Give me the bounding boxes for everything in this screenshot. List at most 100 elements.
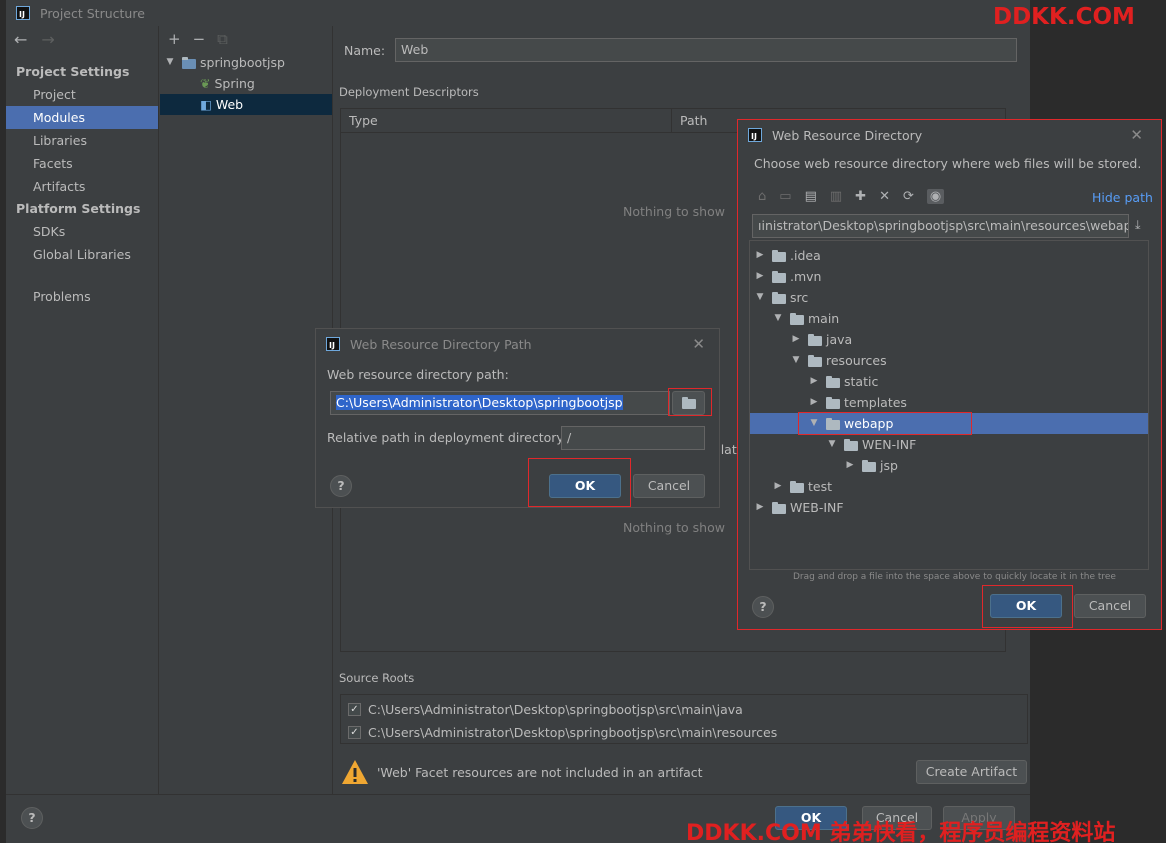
sidebar-item-problems[interactable]: Problems	[6, 285, 158, 308]
tree-item-web-inf[interactable]: ▶ WEB-INF	[750, 497, 1148, 518]
sidebar-item-sdks[interactable]: SDKs	[6, 220, 158, 243]
tree-item-label: .mvn	[790, 269, 822, 284]
show-hidden-icon[interactable]: ◉	[926, 188, 945, 204]
create-artifact-button[interactable]: Create Artifact	[916, 760, 1027, 784]
path-input[interactable]: C:\Users\Administrator\Desktop\springboo…	[330, 391, 670, 415]
highlight-webapp	[798, 412, 972, 435]
new-folder-icon[interactable]: ✚	[855, 189, 866, 204]
tree-item-label: src	[790, 290, 809, 305]
name-label: Name:	[344, 43, 386, 58]
tree-item-resources[interactable]: ▼ resources	[750, 350, 1148, 371]
expand-arrow-icon[interactable]: ▶	[754, 497, 766, 518]
browse-description: Choose web resource directory where web …	[754, 156, 1142, 171]
checkbox[interactable]: ✓	[348, 703, 361, 716]
tree-item-label: springbootjsp	[200, 55, 285, 70]
expand-arrow-icon[interactable]: ▶	[754, 245, 766, 266]
relative-path-input[interactable]: /	[561, 426, 705, 450]
tree-item-label: Web	[215, 97, 244, 112]
collapse-arrow-icon[interactable]: ▼	[754, 287, 766, 308]
tree-item-src[interactable]: ▼ src	[750, 287, 1148, 308]
folder-icon	[772, 270, 786, 283]
close-icon[interactable]: ✕	[1130, 126, 1143, 144]
tree-item-spring[interactable]: ❦ Spring	[160, 73, 332, 94]
forward-arrow-icon[interactable]: →	[41, 30, 54, 49]
tree-item-templates[interactable]: ▶ templates	[750, 392, 1148, 413]
source-roots-label: Source Roots	[339, 671, 415, 685]
empty-text-descriptors: Nothing to show	[623, 204, 725, 219]
sidebar-item-libraries[interactable]: Libraries	[6, 129, 158, 152]
highlight-browse-ok	[982, 585, 1073, 628]
refresh-icon[interactable]: ⟳	[903, 189, 914, 204]
expand-arrow-icon[interactable]: ▶	[790, 329, 802, 350]
add-icon[interactable]: +	[168, 30, 181, 48]
drag-hint: Drag and drop a file into the space abov…	[793, 572, 1116, 582]
tree-item-java[interactable]: ▶ java	[750, 329, 1148, 350]
tree-item-label: test	[808, 479, 833, 494]
column-header-path[interactable]: Path	[672, 109, 707, 132]
remove-icon[interactable]: −	[193, 30, 206, 48]
help-button[interactable]: ?	[21, 807, 43, 829]
expand-arrow-icon[interactable]: ▶	[754, 266, 766, 287]
module-folder-icon[interactable]: ▥	[830, 189, 842, 204]
tree-item-web[interactable]: ◧ Web	[160, 94, 332, 115]
name-field[interactable]: Web	[395, 38, 1017, 62]
collapse-arrow-icon[interactable]: ▼	[826, 434, 838, 455]
window-titlebar: IJ Project Structure	[6, 0, 1030, 26]
desktop-icon[interactable]: ▭	[779, 189, 791, 204]
source-root-path: C:\Users\Administrator\Desktop\springboo…	[368, 725, 778, 740]
tree-item-test[interactable]: ▶ test	[750, 476, 1148, 497]
expand-arrow-icon[interactable]: ▶	[844, 455, 856, 476]
tree-item-jsp[interactable]: ▶ jsp	[750, 455, 1148, 476]
sidebar-item-global-libraries[interactable]: Global Libraries	[6, 243, 158, 266]
hide-path-link[interactable]: Hide path	[1092, 190, 1153, 205]
sidebar-item-facets[interactable]: Facets	[6, 152, 158, 175]
tree-item-label: java	[826, 332, 853, 347]
copy-icon[interactable]: ⧉	[217, 30, 228, 48]
folder-icon	[826, 396, 840, 409]
folder-icon	[826, 375, 840, 388]
sidebar-item-project[interactable]: Project	[6, 83, 158, 106]
folder-icon	[772, 291, 786, 304]
sidebar-item-modules[interactable]: Modules	[6, 106, 158, 129]
source-root-path: C:\Users\Administrator\Desktop\springboo…	[368, 702, 743, 717]
tree-item-wen-inf[interactable]: ▼ WEN-INF	[750, 434, 1148, 455]
path-input-selected-text: C:\Users\Administrator\Desktop\springboo…	[336, 395, 623, 410]
project-folder-icon[interactable]: ▤	[805, 189, 817, 204]
path-dialog-cancel-button[interactable]: Cancel	[633, 474, 705, 498]
expand-arrow-icon[interactable]: ▶	[808, 371, 820, 392]
delete-icon[interactable]: ✕	[879, 189, 890, 204]
highlight-ok	[528, 458, 631, 507]
checkbox[interactable]: ✓	[348, 726, 361, 739]
source-root-resources[interactable]: ✓ C:\Users\Administrator\Desktop\springb…	[348, 725, 777, 740]
browse-path-input[interactable]: ıinistrator\Desktop\springbootjsp\src\ma…	[752, 214, 1129, 238]
browse-toolbar: ⌂ ▭ ▤ ▥ ✚ ✕ ⟳ ◉	[750, 182, 1148, 210]
expand-arrow-icon[interactable]: ▶	[772, 476, 784, 497]
column-header-type[interactable]: Type	[341, 109, 672, 132]
tree-item-label: Spring	[214, 76, 255, 91]
download-icon[interactable]: ⤓	[1135, 217, 1141, 233]
tree-item-main[interactable]: ▼ main	[750, 308, 1148, 329]
home-icon[interactable]: ⌂	[758, 189, 766, 204]
browse-dialog-cancel-button[interactable]: Cancel	[1074, 594, 1146, 618]
collapse-arrow-icon[interactable]: ▼	[772, 308, 784, 329]
tree-item-static[interactable]: ▶ static	[750, 371, 1148, 392]
tree-item-label: templates	[844, 395, 907, 410]
tree-item-idea[interactable]: ▶ .idea	[750, 245, 1148, 266]
browse-dialog-title: Web Resource Directory	[772, 127, 923, 143]
expand-arrow-icon[interactable]: ▶	[808, 392, 820, 413]
path-dialog-help-button[interactable]: ?	[330, 475, 352, 497]
source-root-java[interactable]: ✓ C:\Users\Administrator\Desktop\springb…	[348, 702, 743, 717]
back-arrow-icon[interactable]: ←	[14, 30, 27, 49]
web-facet-icon: ◧	[200, 97, 212, 112]
browse-dialog-help-button[interactable]: ?	[752, 596, 774, 618]
expand-arrow-icon[interactable]: ▼	[164, 52, 176, 73]
sidebar-item-artifacts[interactable]: Artifacts	[6, 175, 158, 198]
close-icon[interactable]: ✕	[692, 335, 705, 353]
tree-item-springbootjsp[interactable]: ▼ springbootjsp	[160, 52, 332, 73]
collapse-arrow-icon[interactable]: ▼	[790, 350, 802, 371]
nav-arrows: ← →	[14, 30, 55, 49]
tree-item-mvn[interactable]: ▶ .mvn	[750, 266, 1148, 287]
path-dialog-title: Web Resource Directory Path	[350, 336, 532, 352]
tree-item-label: resources	[826, 353, 887, 368]
folder-icon	[862, 459, 876, 472]
